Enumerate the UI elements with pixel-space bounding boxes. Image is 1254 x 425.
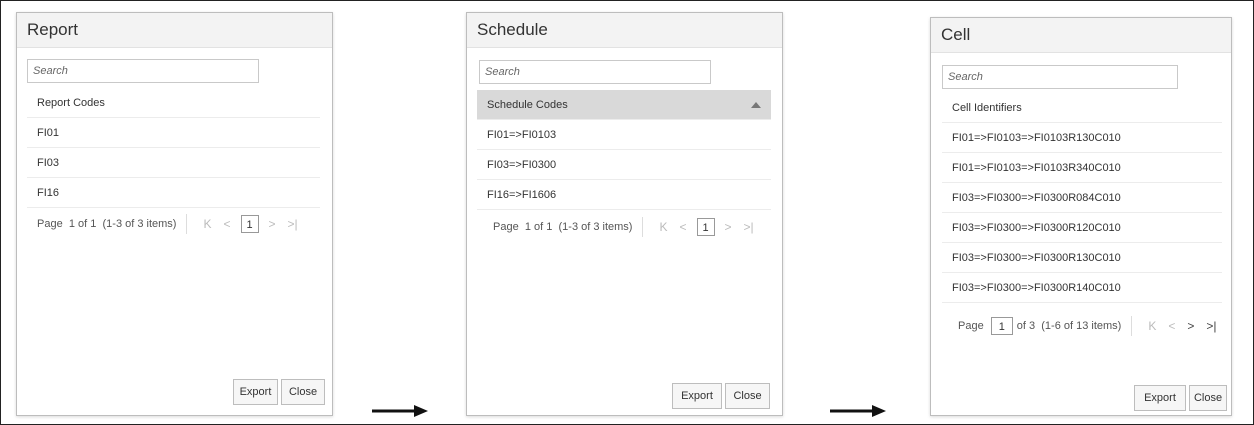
pager-divider xyxy=(642,217,644,237)
list-item[interactable]: FI03=>FI0300=>FI0300R084C010 xyxy=(942,183,1222,213)
list-item[interactable]: FI03=>FI0300=>FI0300R140C010 xyxy=(942,273,1222,303)
column-header-label: Schedule Codes xyxy=(487,99,568,111)
cell-dialog-title: Cell xyxy=(931,18,1231,53)
page-number: 1 xyxy=(68,218,75,230)
report-codes-column-header[interactable]: Report Codes xyxy=(27,88,320,118)
items-range: (1-3 of 3 items) xyxy=(102,218,177,230)
current-page-button[interactable]: 1 xyxy=(696,218,715,236)
last-page-icon[interactable]: >| xyxy=(744,212,754,242)
list-item[interactable]: FI01=>FI0103 xyxy=(477,120,771,150)
list-item[interactable]: FI01=>FI0103=>FI0103R130C010 xyxy=(942,123,1222,153)
list-item[interactable]: FI03=>FI0300=>FI0300R130C010 xyxy=(942,243,1222,273)
list-item[interactable]: FI03=>FI0300 xyxy=(477,150,771,180)
pager-divider xyxy=(186,214,188,234)
list-item[interactable]: FI03 xyxy=(27,148,320,178)
schedule-dialog-title: Schedule xyxy=(467,13,782,48)
previous-page-icon[interactable]: < xyxy=(679,212,686,242)
previous-page-icon[interactable]: < xyxy=(223,209,230,239)
list-item[interactable]: FI01=>FI0103=>FI0103R340C010 xyxy=(942,153,1222,183)
schedule-dialog: Schedule Schedule Codes FI01=>FI0103 FI0… xyxy=(466,12,783,416)
close-button[interactable]: Close xyxy=(1189,385,1227,411)
report-dialog: Report Report Codes FI01 FI03 FI16 Page … xyxy=(16,12,333,416)
page-label: Page xyxy=(958,320,984,332)
first-page-icon[interactable]: K xyxy=(659,212,667,242)
last-page-icon[interactable]: >| xyxy=(1206,311,1216,341)
next-page-icon[interactable]: > xyxy=(1187,311,1194,341)
page-label: Page xyxy=(37,218,63,230)
schedule-search-input[interactable] xyxy=(479,60,711,84)
right-arrow-icon xyxy=(830,405,886,417)
previous-page-icon[interactable]: < xyxy=(1168,311,1175,341)
schedule-pagination: Page 1 of 1 (1-3 of 3 items) K < 1 > >| xyxy=(493,212,760,242)
page-label: Page xyxy=(493,221,519,233)
cell-list: Cell Identifiers FI01=>FI0103=>FI0103R13… xyxy=(942,93,1222,303)
page-count: of 1 xyxy=(534,221,553,233)
report-search-input[interactable] xyxy=(27,59,259,83)
cell-pagination: Page 1 of 3 (1-6 of 13 items) K < > >| xyxy=(958,311,1223,341)
export-button[interactable]: Export xyxy=(233,379,278,405)
list-item[interactable]: FI16 xyxy=(27,178,320,208)
right-arrow-icon xyxy=(372,405,428,417)
sort-ascending-icon[interactable] xyxy=(751,102,761,108)
pager-divider xyxy=(1131,316,1133,336)
close-button[interactable]: Close xyxy=(725,383,770,409)
cell-identifiers-column-header[interactable]: Cell Identifiers xyxy=(942,93,1222,123)
items-range: (1-3 of 3 items) xyxy=(558,221,633,233)
page-number-input[interactable]: 1 xyxy=(990,317,1013,335)
page-number: 1 xyxy=(524,221,531,233)
list-item[interactable]: FI03=>FI0300=>FI0300R120C010 xyxy=(942,213,1222,243)
export-button[interactable]: Export xyxy=(672,383,722,409)
report-dialog-title: Report xyxy=(17,13,332,48)
next-page-icon[interactable]: > xyxy=(269,209,276,239)
cell-dialog: Cell Cell Identifiers FI01=>FI0103=>FI01… xyxy=(930,17,1232,416)
last-page-icon[interactable]: >| xyxy=(288,209,298,239)
next-page-icon[interactable]: > xyxy=(725,212,732,242)
current-page-button[interactable]: 1 xyxy=(240,215,259,233)
export-button[interactable]: Export xyxy=(1134,385,1186,411)
report-pagination: Page 1 of 1 (1-3 of 3 items) K < 1 > >| xyxy=(37,209,304,239)
page-count: of 3 xyxy=(1016,320,1036,332)
first-page-icon[interactable]: K xyxy=(1148,311,1156,341)
close-button[interactable]: Close xyxy=(281,379,325,405)
first-page-icon[interactable]: K xyxy=(203,209,211,239)
list-item[interactable]: FI01 xyxy=(27,118,320,148)
page-count: of 1 xyxy=(78,218,97,230)
list-item[interactable]: FI16=>FI1606 xyxy=(477,180,771,210)
report-list: Report Codes FI01 FI03 FI16 xyxy=(27,88,320,208)
schedule-codes-column-header[interactable]: Schedule Codes xyxy=(477,90,771,120)
cell-search-input[interactable] xyxy=(942,65,1178,89)
schedule-list: Schedule Codes FI01=>FI0103 FI03=>FI0300… xyxy=(477,90,771,210)
items-range: (1-6 of 13 items) xyxy=(1041,320,1122,332)
